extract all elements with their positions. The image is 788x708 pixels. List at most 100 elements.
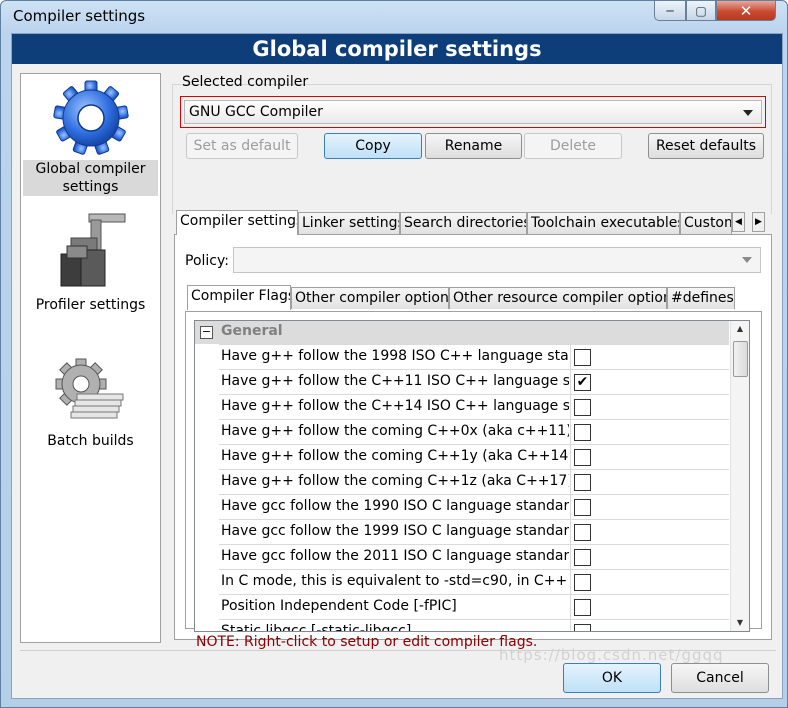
table-row[interactable]: In C mode, this is equivalent to -std=c9… <box>219 569 729 595</box>
flag-checkbox[interactable] <box>574 524 591 541</box>
flag-checkbox[interactable] <box>574 624 591 631</box>
column-divider <box>570 445 571 470</box>
maximize-button[interactable]: ▢ <box>686 1 716 21</box>
caliper-blocks-icon <box>60 213 125 287</box>
flags-scrollbar[interactable]: ▲ ▼ <box>730 321 749 631</box>
tab-defines[interactable]: #defines <box>667 287 735 309</box>
minimize-icon: ─ <box>666 3 674 18</box>
tab-linker-settings[interactable]: Linker settings <box>298 212 400 234</box>
category-label: General <box>221 323 283 339</box>
sidebar-item-label: Batch builds <box>47 433 134 449</box>
flag-label: Have g++ follow the C++14 ISO C++ langua… <box>221 398 569 414</box>
flags-note: NOTE: Right-click to setup or edit compi… <box>196 634 538 650</box>
table-row[interactable]: Have g++ follow the coming C++1y (aka C+… <box>219 444 729 470</box>
title-bar[interactable]: Compiler settings ─ ▢ ✕ <box>1 1 787 33</box>
scroll-up-icon[interactable]: ▲ <box>731 321 749 337</box>
policy-label: Policy: <box>185 253 229 269</box>
column-divider <box>570 470 571 495</box>
table-row[interactable]: Have g++ follow the C++11 ISO C++ langua… <box>219 369 729 395</box>
sidebar-item-label: Profiler settings <box>35 297 146 313</box>
tab-other-resource-compiler-options[interactable]: Other resource compiler options <box>449 287 667 309</box>
tab-scroll-left-icon[interactable]: ◀ <box>732 212 745 232</box>
tab-toolchain-executables[interactable]: Toolchain executables <box>527 212 680 234</box>
table-row[interactable]: Have g++ follow the C++14 ISO C++ langua… <box>219 394 729 420</box>
table-row[interactable]: Have gcc follow the 2011 ISO C language … <box>219 544 729 570</box>
tab-scroll-right-icon[interactable]: ▶ <box>752 212 765 232</box>
flag-checkbox[interactable] <box>574 449 591 466</box>
main-tab-control: Compiler settings Linker settings Search… <box>174 210 772 650</box>
table-row[interactable]: Have g++ follow the 1998 ISO C++ languag… <box>219 344 729 370</box>
policy-select[interactable] <box>233 247 761 273</box>
cancel-button[interactable]: Cancel <box>671 663 769 693</box>
flag-label: Have gcc follow the 1990 ISO C language … <box>221 498 569 514</box>
flag-checkbox[interactable] <box>574 349 591 366</box>
gear-stack-icon <box>55 358 123 419</box>
table-row[interactable]: Have gcc follow the 1999 ISO C language … <box>219 519 729 545</box>
set-as-default-button[interactable]: Set as default <box>186 133 298 159</box>
flag-label: Have g++ follow the coming C++1z (aka C+… <box>221 473 569 489</box>
compiler-settings-panel: Policy: Compiler Flags Other compiler op… <box>174 234 772 650</box>
flag-label: Static libgcc [-static-libgcc] <box>221 623 412 632</box>
close-button[interactable]: ✕ <box>716 1 776 21</box>
compiler-select[interactable]: GNU GCC Compiler <box>180 96 766 128</box>
flag-checkbox[interactable] <box>574 599 591 616</box>
flag-label: Have g++ follow the coming C++1y (aka C+… <box>221 448 569 464</box>
flag-label: Have g++ follow the coming C++0x (aka c+… <box>221 423 569 439</box>
minimize-button[interactable]: ─ <box>654 1 686 21</box>
column-divider <box>570 545 571 570</box>
flag-label: Have gcc follow the 1999 ISO C language … <box>221 523 569 539</box>
delete-button[interactable]: Delete <box>524 133 622 159</box>
table-row[interactable]: Static libgcc [-static-libgcc] <box>219 619 729 632</box>
flag-checkbox[interactable] <box>574 399 591 416</box>
table-row[interactable]: Position Independent Code [-fPIC] <box>219 594 729 620</box>
reset-defaults-button[interactable]: Reset defaults <box>648 133 764 159</box>
column-divider <box>570 520 571 545</box>
chevron-down-icon <box>743 110 753 116</box>
category-row-general[interactable]: − General <box>195 321 729 344</box>
rename-button[interactable]: Rename <box>425 133 522 159</box>
watermark-text: https://blog.csdn.net/ggqq <box>499 646 724 664</box>
scroll-down-icon[interactable]: ▼ <box>731 615 749 631</box>
flag-checkbox[interactable] <box>574 574 591 591</box>
flag-label: Have g++ follow the 1998 ISO C++ languag… <box>221 348 569 364</box>
flag-checkbox[interactable] <box>574 474 591 491</box>
table-row[interactable]: Have g++ follow the coming C++1z (aka C+… <box>219 469 729 495</box>
flag-checkbox[interactable] <box>574 424 591 441</box>
tab-other-compiler-options[interactable]: Other compiler options <box>291 287 449 309</box>
scrollbar-thumb[interactable] <box>733 341 748 377</box>
sidebar-item-global-compiler-settings[interactable]: Global compiler settings <box>23 76 158 196</box>
flag-checkbox[interactable]: ✔ <box>574 374 591 391</box>
main-settings-area: Selected compiler GNU GCC Compiler Set a… <box>172 72 772 650</box>
table-row[interactable]: Have g++ follow the coming C++0x (aka c+… <box>219 419 729 445</box>
tab-custom[interactable]: Custom <box>680 212 732 234</box>
tab-compiler-flags[interactable]: Compiler Flags <box>187 285 291 310</box>
collapse-icon[interactable]: − <box>200 326 213 339</box>
table-row[interactable]: Have gcc follow the 1990 ISO C language … <box>219 494 729 520</box>
compiler-flags-panel: − General Have g++ follow the 1998 ISO C… <box>185 311 762 650</box>
gear-icon <box>52 80 129 155</box>
column-divider <box>570 420 571 445</box>
flag-label: Position Independent Code [-fPIC] <box>221 598 457 614</box>
copy-button[interactable]: Copy <box>324 133 422 159</box>
settings-category-list: Global compiler settings Profiler settin… <box>20 73 161 643</box>
column-divider <box>570 345 571 370</box>
column-divider <box>570 570 571 595</box>
flag-checkbox[interactable] <box>574 549 591 566</box>
flag-checkbox[interactable] <box>574 499 591 516</box>
close-icon: ✕ <box>739 1 753 20</box>
column-divider <box>570 595 571 620</box>
ok-button[interactable]: OK <box>563 663 661 693</box>
sidebar-item-batch-builds[interactable]: Batch builds <box>23 356 158 450</box>
flag-label: Have gcc follow the 2011 ISO C language … <box>221 548 569 564</box>
column-divider <box>570 495 571 520</box>
compiler-select-value: GNU GCC Compiler <box>189 104 323 120</box>
sidebar-item-profiler-settings[interactable]: Profiler settings <box>23 210 158 314</box>
flag-label: Have g++ follow the C++11 ISO C++ langua… <box>221 373 569 389</box>
dialog-client-area: Global compiler settings Global compiler… <box>11 33 783 699</box>
column-divider <box>570 620 571 631</box>
tab-compiler-settings[interactable]: Compiler settings <box>176 210 298 235</box>
page-title: Global compiler settings <box>12 34 782 64</box>
tab-search-directories[interactable]: Search directories <box>400 212 527 234</box>
selected-compiler-label: Selected compiler <box>182 74 309 90</box>
maximize-icon: ▢ <box>695 3 707 18</box>
